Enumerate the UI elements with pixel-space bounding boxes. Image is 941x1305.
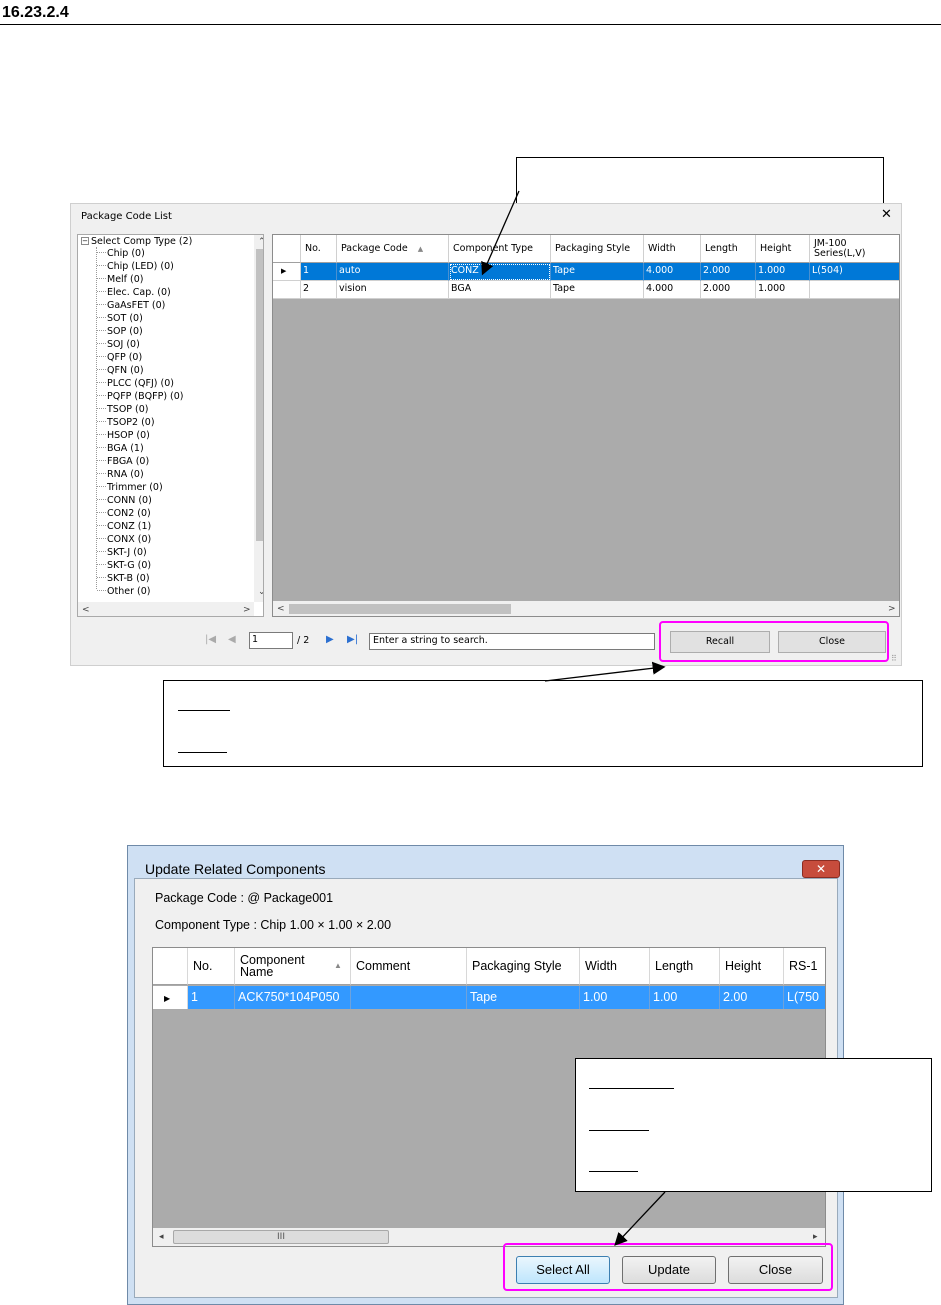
arrow-to-component-type: [481, 190, 520, 276]
arrow-to-update-buttons: [614, 1191, 666, 1246]
arrow-to-buttons: [544, 661, 666, 682]
annotation-arrows: [481, 190, 666, 1246]
